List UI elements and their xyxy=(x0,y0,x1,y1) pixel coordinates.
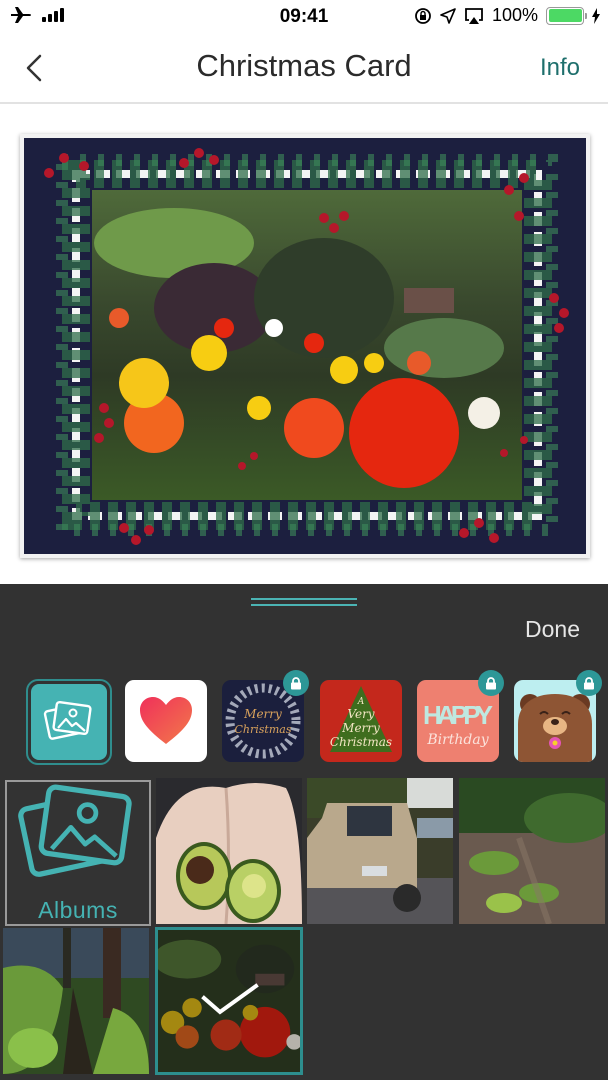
albums-label: Albums xyxy=(38,897,118,923)
photo-truck[interactable] xyxy=(307,778,453,924)
orientation-lock-icon xyxy=(415,7,431,24)
svg-text:A: A xyxy=(357,697,365,707)
battery-icon xyxy=(546,6,587,25)
card-preview-area xyxy=(0,106,608,584)
avocado-image xyxy=(156,778,302,924)
garden-path-image xyxy=(459,778,605,924)
truck-image xyxy=(307,778,453,924)
heart-icon xyxy=(140,697,192,744)
screen: 09:41 100% Christmas Card Info Done Merr… xyxy=(0,0,608,1080)
christmas-tree-art: A Very Merry Christmas xyxy=(330,686,392,752)
lock-icon xyxy=(283,670,309,696)
template-strip[interactable]: Merry Christmas A Very Merry Christmas H… xyxy=(0,670,608,765)
checkmark-icon xyxy=(201,983,259,1015)
merry-text: Merry xyxy=(243,707,282,721)
forest-trail-image xyxy=(3,928,149,1074)
svg-text:Merry: Merry xyxy=(341,721,380,735)
battery-percent: 100% xyxy=(491,5,538,25)
card-preview[interactable] xyxy=(20,134,590,558)
svg-text:Very: Very xyxy=(347,707,374,721)
info-button[interactable]: Info xyxy=(540,54,580,82)
page-title: Christmas Card xyxy=(196,48,412,83)
charging-icon xyxy=(592,7,600,24)
photo-forest-trail[interactable] xyxy=(3,928,149,1074)
svg-text:Christmas: Christmas xyxy=(330,735,392,749)
location-icon xyxy=(440,7,456,24)
done-button[interactable]: Done xyxy=(525,616,580,643)
template-very-merry-christmas[interactable]: A Very Merry Christmas xyxy=(320,680,402,762)
battery-fill xyxy=(548,9,582,22)
lock-icon xyxy=(576,670,602,696)
photos-icon xyxy=(43,700,92,740)
nav-bar: Christmas Card Info xyxy=(0,36,608,104)
status-bar: 09:41 100% xyxy=(0,0,608,36)
photo-avocado[interactable] xyxy=(156,778,302,924)
template-heart[interactable] xyxy=(125,680,207,762)
photo-garden-path[interactable] xyxy=(459,778,605,924)
template-photos-tile xyxy=(31,684,107,760)
photo-poppies[interactable] xyxy=(155,927,303,1075)
svg-text:HAPPY: HAPPY xyxy=(423,700,493,730)
albums-icon xyxy=(18,784,132,877)
albums-button[interactable]: Albums xyxy=(5,780,151,926)
lock-icon xyxy=(478,670,504,696)
drag-handle[interactable] xyxy=(251,598,357,608)
card-image xyxy=(24,138,586,554)
svg-text:Birthday: Birthday xyxy=(426,732,489,748)
status-right: 100% xyxy=(414,5,600,26)
template-photos[interactable] xyxy=(26,679,112,765)
bottom-panel: Done Merry Christmas A Very Merry Christ… xyxy=(0,584,608,1080)
christmas-text: Christmas xyxy=(235,723,292,736)
airplay-icon xyxy=(465,7,483,24)
